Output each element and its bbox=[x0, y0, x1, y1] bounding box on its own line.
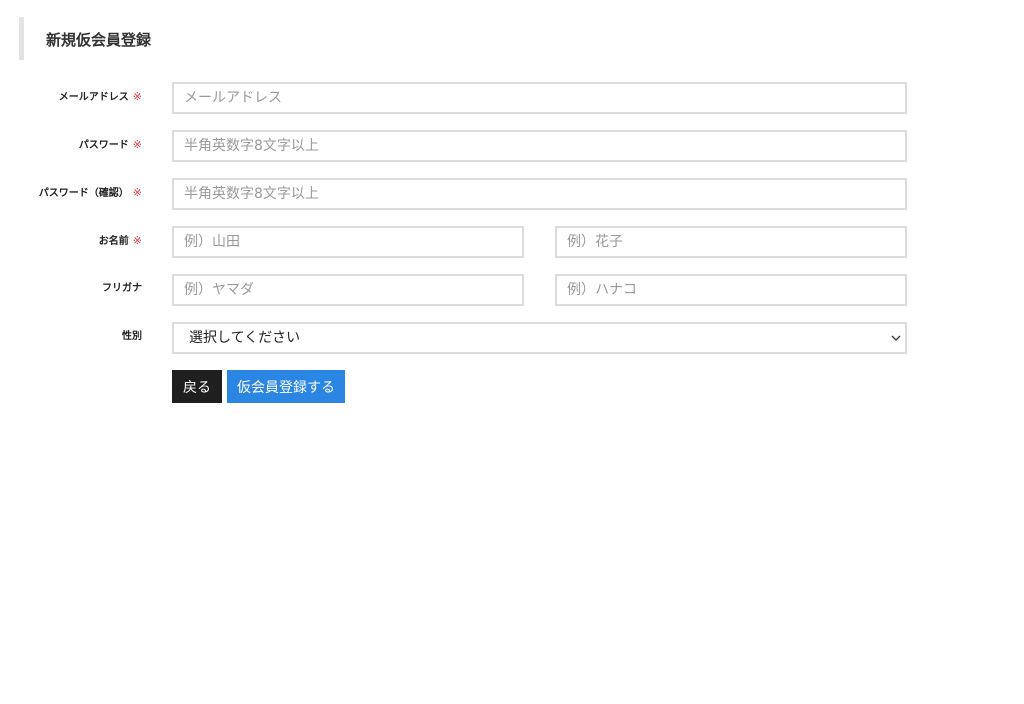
password-label-text: パスワード bbox=[78, 140, 129, 151]
password-input[interactable] bbox=[172, 130, 907, 162]
chevron-down-icon bbox=[891, 335, 901, 341]
first-name-input[interactable] bbox=[555, 226, 907, 258]
gender-label: 性別 bbox=[122, 331, 142, 342]
email-input[interactable] bbox=[172, 82, 907, 114]
email-row: メールアドレス ※ bbox=[0, 82, 1024, 114]
actions-row: 戻る 仮会員登録する bbox=[0, 370, 1024, 403]
gender-select-value: 選択してください bbox=[189, 330, 301, 346]
password-confirm-row: パスワード（確認） ※ bbox=[0, 178, 1024, 210]
name-label: お名前 ※ bbox=[99, 226, 142, 258]
email-label-text: メールアドレス bbox=[58, 92, 129, 103]
back-button[interactable]: 戻る bbox=[172, 370, 222, 403]
last-name-kana-input[interactable] bbox=[172, 274, 524, 306]
last-name-input[interactable] bbox=[172, 226, 524, 258]
email-label: メールアドレス ※ bbox=[59, 82, 142, 114]
required-mark: ※ bbox=[132, 138, 142, 151]
password-row: パスワード ※ bbox=[0, 130, 1024, 162]
required-mark: ※ bbox=[132, 234, 142, 247]
page-header: 新規仮会員登録 bbox=[19, 17, 319, 60]
password-confirm-label-text: パスワード（確認） bbox=[38, 188, 129, 199]
first-name-kana-input[interactable] bbox=[555, 274, 907, 306]
required-mark: ※ bbox=[132, 186, 142, 199]
required-mark: ※ bbox=[132, 90, 142, 103]
password-confirm-input[interactable] bbox=[172, 178, 907, 210]
gender-row: 性別 選択してください bbox=[0, 322, 1024, 354]
name-row: お名前 ※ bbox=[0, 226, 1024, 258]
page-title: 新規仮会員登録 bbox=[46, 31, 152, 49]
password-confirm-label: パスワード（確認） ※ bbox=[39, 178, 142, 210]
furigana-label: フリガナ bbox=[102, 283, 142, 294]
password-label: パスワード ※ bbox=[79, 130, 142, 162]
submit-button[interactable]: 仮会員登録する bbox=[227, 370, 345, 403]
furigana-row: フリガナ bbox=[0, 274, 1024, 306]
gender-select[interactable]: 選択してください bbox=[172, 322, 907, 354]
name-label-text: お名前 bbox=[98, 236, 129, 247]
